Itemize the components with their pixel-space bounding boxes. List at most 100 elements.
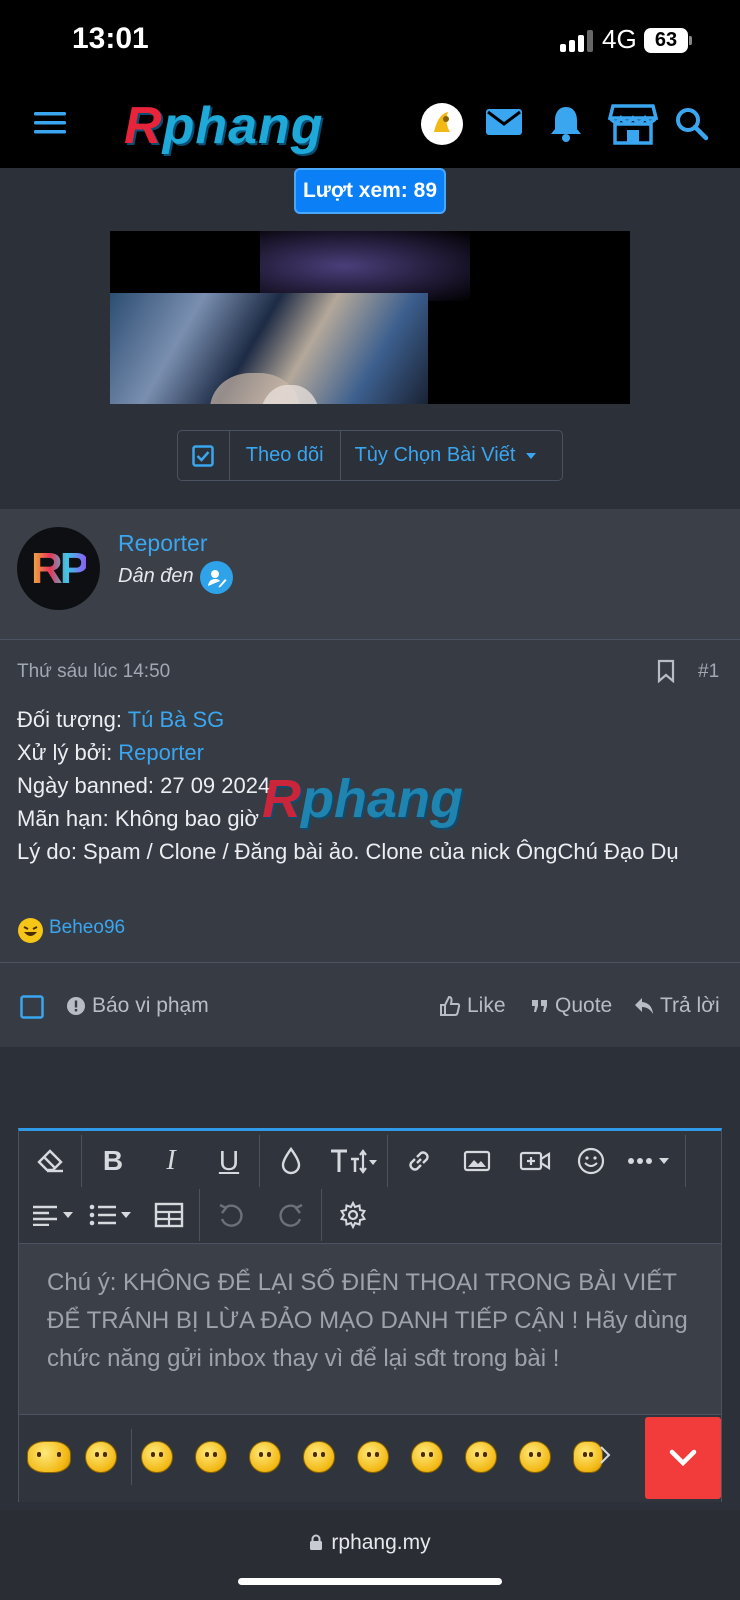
post-author-bar — [0, 509, 740, 640]
chevron-down-icon — [669, 1449, 697, 1467]
moderator-link[interactable]: Reporter — [118, 740, 204, 765]
color-drop-icon[interactable] — [265, 1137, 317, 1185]
bookmark-icon[interactable] — [656, 659, 676, 688]
logo-text: phang — [162, 97, 324, 155]
gear-icon[interactable] — [327, 1191, 379, 1239]
align-icon[interactable] — [25, 1191, 81, 1239]
laugh-reaction-icon[interactable] — [17, 917, 44, 949]
smilie-icon[interactable] — [519, 1441, 551, 1473]
caret-down-icon — [526, 452, 537, 459]
toolbar-separator — [685, 1135, 686, 1187]
more-options-icon[interactable] — [621, 1137, 679, 1185]
editor-badge-icon — [200, 561, 233, 594]
line-label: Xử lý bởi: — [17, 740, 119, 765]
reply-label: Trả lời — [660, 994, 720, 1017]
bold-icon[interactable]: B — [87, 1137, 139, 1185]
emoji-icon[interactable] — [565, 1137, 617, 1185]
smilie-icon[interactable] — [465, 1441, 497, 1473]
video-frame-bottom — [110, 293, 428, 404]
browser-url[interactable]: rphang.my — [0, 1531, 740, 1555]
eraser-icon[interactable] — [25, 1137, 77, 1185]
bell-icon[interactable] — [548, 104, 584, 152]
avatar[interactable]: RP — [17, 527, 100, 610]
mail-icon[interactable] — [484, 106, 524, 154]
smilie-icon[interactable] — [249, 1441, 281, 1473]
status-time: 13:01 — [72, 22, 149, 55]
select-post-checkbox[interactable] — [20, 995, 44, 1024]
logo-letter: R — [124, 97, 163, 155]
reaction-user[interactable]: Beheo96 — [49, 917, 125, 939]
smilie-icon[interactable] — [27, 1441, 71, 1473]
lock-icon — [310, 1534, 323, 1550]
smilie-icon[interactable] — [141, 1441, 173, 1473]
views-badge: Lượt xem: 89 — [294, 168, 446, 214]
table-icon[interactable] — [143, 1191, 195, 1239]
line-value: 27 09 2024 — [160, 773, 271, 798]
link-icon[interactable] — [393, 1137, 445, 1185]
post-options-label: Tùy Chọn Bài Viết — [354, 444, 516, 466]
post-line: Xử lý bởi: Reporter — [17, 736, 717, 769]
line-label: Ngày banned: — [17, 773, 161, 798]
underline-icon[interactable]: U — [203, 1137, 255, 1185]
image-icon[interactable] — [451, 1137, 503, 1185]
list-icon[interactable] — [83, 1191, 139, 1239]
watermark-logo: Rphang — [262, 768, 463, 830]
like-button[interactable]: Like — [439, 994, 506, 1018]
report-button[interactable]: Báo vi phạm — [66, 994, 209, 1018]
italic-icon[interactable]: I — [145, 1137, 197, 1185]
redo-icon[interactable] — [265, 1191, 317, 1239]
network-type: 4G — [602, 24, 637, 54]
battery-icon: 63 — [644, 28, 688, 53]
toolbar-separator — [199, 1189, 200, 1241]
signal-icon — [560, 30, 594, 52]
font-size-icon[interactable] — [323, 1137, 385, 1185]
smilie-icon[interactable] — [303, 1441, 335, 1473]
chevron-right-icon[interactable] — [599, 1445, 611, 1470]
smilie-icon[interactable] — [195, 1441, 227, 1473]
toolbar-separator — [259, 1135, 260, 1187]
post-number[interactable]: #1 — [698, 661, 719, 683]
quote-button[interactable]: Quote — [531, 994, 612, 1018]
editor-placeholder: Chú ý: KHÔNG ĐỂ LẠI SỐ ĐIỆN THOẠI TRONG … — [47, 1269, 688, 1372]
site-logo[interactable]: Rphang — [124, 96, 324, 156]
post-time[interactable]: Thứ sáu lúc 14:50 — [17, 661, 170, 683]
line-label: Đối tượng: — [17, 707, 128, 732]
reply-icon — [635, 998, 653, 1014]
author-name[interactable]: Reporter — [118, 530, 207, 557]
user-avatar-icon[interactable] — [420, 102, 464, 150]
post-line: Đối tượng: Tú Bà SG — [17, 703, 717, 736]
smilie-separator — [131, 1429, 132, 1485]
reply-editor: B I U Chú ý: KHÔNG ĐỂ LẠI SỐ ĐIỆN THOẠI … — [18, 1128, 722, 1502]
watermark-letter: R — [262, 769, 301, 829]
post-line: Lý do: Spam / Clone / Đăng bài ảo. Clone… — [17, 835, 717, 868]
line-label: Lý do: — [17, 839, 84, 864]
smilie-icon[interactable] — [411, 1441, 443, 1473]
browser-bar — [0, 1510, 740, 1600]
smilie-bar — [19, 1415, 721, 1502]
undo-icon[interactable] — [205, 1191, 257, 1239]
collapse-button[interactable] — [645, 1417, 721, 1499]
video-add-icon[interactable] — [509, 1137, 561, 1185]
video-thumbnail[interactable] — [110, 231, 630, 404]
line-label: Mãn hạn: — [17, 806, 115, 831]
alert-icon — [67, 997, 85, 1015]
menu-icon[interactable] — [34, 108, 70, 156]
smilie-icon[interactable] — [357, 1441, 389, 1473]
post-options-button[interactable]: Tùy Chọn Bài Viết — [341, 431, 562, 480]
home-indicator[interactable] — [238, 1578, 502, 1585]
battery-tip — [689, 36, 692, 45]
line-value: Spam / Clone / Đăng bài ảo. Clone của ni… — [83, 839, 679, 864]
target-user-link[interactable]: Tú Bà SG — [128, 707, 225, 732]
smilie-icon[interactable] — [85, 1441, 117, 1473]
reply-button[interactable]: Trả lời — [634, 994, 720, 1018]
toolbar-separator — [81, 1135, 82, 1187]
watermark-text: phang — [301, 769, 463, 829]
video-frame-top — [260, 231, 470, 301]
editor-textarea[interactable]: Chú ý: KHÔNG ĐỂ LẠI SỐ ĐIỆN THOẠI TRONG … — [19, 1243, 721, 1415]
follow-checkbox[interactable] — [178, 431, 230, 480]
follow-button[interactable]: Theo dõi — [230, 431, 341, 480]
toolbar-separator — [387, 1135, 388, 1187]
search-icon[interactable] — [674, 106, 710, 154]
store-icon[interactable] — [607, 102, 659, 150]
quote-icon — [532, 1000, 547, 1012]
